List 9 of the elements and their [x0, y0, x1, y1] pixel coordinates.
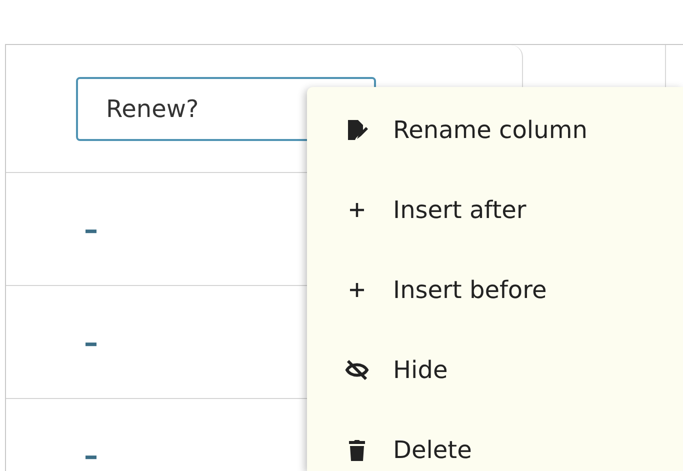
rename-icon — [345, 118, 369, 142]
menu-item[interactable]: Hide — [307, 330, 683, 410]
table-cell: – — [84, 438, 98, 471]
menu-item[interactable]: Delete — [307, 410, 683, 471]
menu-item[interactable]: Insert before — [307, 250, 683, 330]
table-cell: – — [84, 212, 98, 246]
menu-item[interactable]: Insert after — [307, 170, 683, 250]
table-cell: – — [84, 326, 98, 358]
eye-slash-icon — [345, 358, 369, 382]
